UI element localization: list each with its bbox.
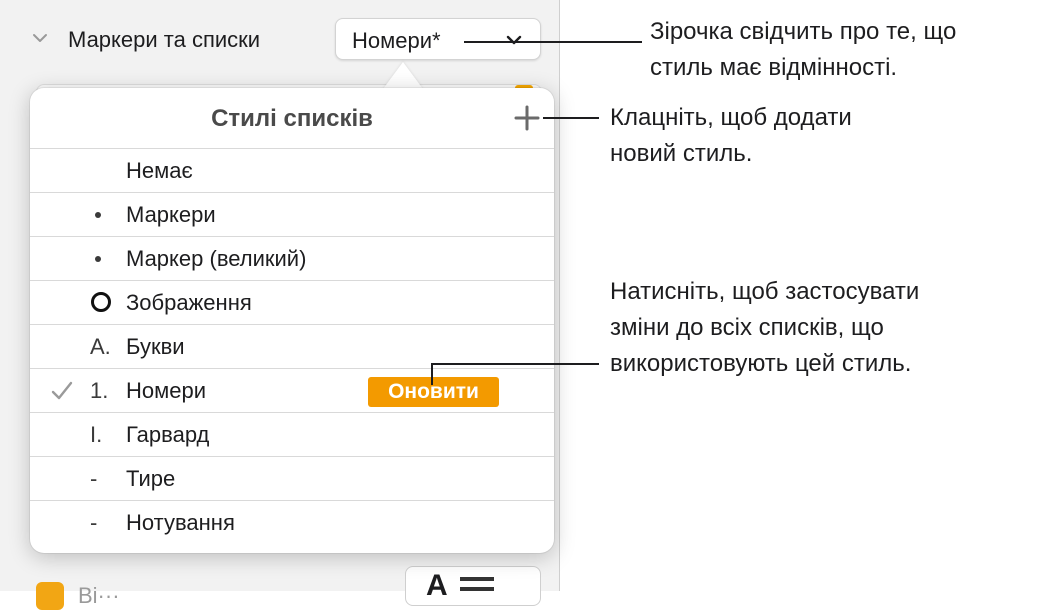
add-style-button[interactable] bbox=[513, 104, 541, 132]
list-style-label: Маркер (великий) bbox=[126, 246, 307, 271]
list-style-item-image[interactable]: Зображення bbox=[30, 280, 554, 324]
callout-line-text: Клацніть, щоб додати bbox=[610, 104, 852, 131]
lines-icon bbox=[460, 577, 494, 591]
list-style-item-letters[interactable]: A. Букви bbox=[30, 324, 554, 368]
list-styles-popover: Стилі списків Немає Маркери Маркер (вели… bbox=[30, 88, 554, 553]
callout-line-text: зміни до всіх списків, що bbox=[610, 314, 884, 341]
list-style-label: Нотування bbox=[126, 510, 235, 535]
callout-line-text: Натисніть, щоб застосувати bbox=[610, 278, 920, 305]
image-bullet-icon bbox=[91, 292, 111, 312]
list-marker: - bbox=[90, 466, 98, 491]
checkmark-icon bbox=[51, 381, 73, 400]
popover-arrow bbox=[383, 62, 423, 89]
list-style-item-dash[interactable]: - Тире bbox=[30, 456, 554, 500]
list-marker: - bbox=[90, 510, 98, 535]
list-style-label: Зображення bbox=[126, 290, 252, 315]
list-style-label: Гарвард bbox=[126, 422, 210, 447]
text-glyph-icon: A bbox=[426, 569, 448, 602]
bullet-marker bbox=[95, 212, 101, 218]
list-style-label: Букви bbox=[126, 334, 185, 359]
list-style-item-none[interactable]: Немає bbox=[30, 148, 554, 192]
callout-line-text: використовують цей стиль. bbox=[610, 350, 912, 377]
bullet-marker bbox=[95, 256, 101, 262]
list-style-item-numbers[interactable]: 1. Номери Оновити bbox=[30, 368, 554, 412]
list-style-item-harvard[interactable]: I. Гарвард bbox=[30, 412, 554, 456]
text-indent-control[interactable]: A bbox=[405, 566, 541, 606]
bullets-and-lists-section-header[interactable]: Маркери та списки Номери* bbox=[0, 18, 559, 62]
update-style-button[interactable]: Оновити bbox=[368, 377, 499, 407]
chevron-down-icon bbox=[506, 35, 522, 45]
list-style-label: Немає bbox=[126, 158, 193, 183]
callout-line-text: стиль має відмінності. bbox=[650, 54, 898, 81]
list-style-dropdown[interactable]: Номери* bbox=[335, 18, 541, 60]
list-style-label: Маркери bbox=[126, 202, 216, 227]
callout-leader-add bbox=[543, 117, 599, 119]
list-marker: I. bbox=[90, 422, 103, 447]
list-style-item-note-taking[interactable]: - Нотування bbox=[30, 500, 554, 544]
list-style-item-big-bullet[interactable]: Маркер (великий) bbox=[30, 236, 554, 280]
callout-leader-asterisk bbox=[464, 41, 642, 43]
list-marker: A. bbox=[90, 334, 111, 359]
checkbox-label: Ві··· bbox=[78, 583, 120, 608]
callout-leader-update bbox=[431, 363, 599, 365]
callout-add: Клацніть, щоб додати новий стиль. bbox=[610, 100, 852, 172]
callout-update: Натисніть, щоб застосувати зміни до всіх… bbox=[610, 274, 919, 382]
chevron-down-icon[interactable] bbox=[32, 30, 48, 46]
callout-line-text: Зірочка свідчить про те, що bbox=[650, 18, 957, 45]
list-style-label: Номери bbox=[126, 378, 207, 403]
list-style-label: Тире bbox=[126, 466, 176, 491]
popover-title: Стилі списків bbox=[211, 105, 373, 132]
checkbox[interactable] bbox=[36, 582, 64, 610]
section-title: Маркери та списки bbox=[68, 27, 261, 52]
list-style-item-bullets[interactable]: Маркери bbox=[30, 192, 554, 236]
callout-leader-update-vertical bbox=[431, 363, 433, 385]
callout-asterisk: Зірочка свідчить про те, що стиль має ві… bbox=[650, 14, 956, 86]
list-style-value: Номери* bbox=[352, 28, 441, 53]
list-marker: 1. bbox=[90, 378, 109, 403]
callout-line-text: новий стиль. bbox=[610, 140, 753, 167]
